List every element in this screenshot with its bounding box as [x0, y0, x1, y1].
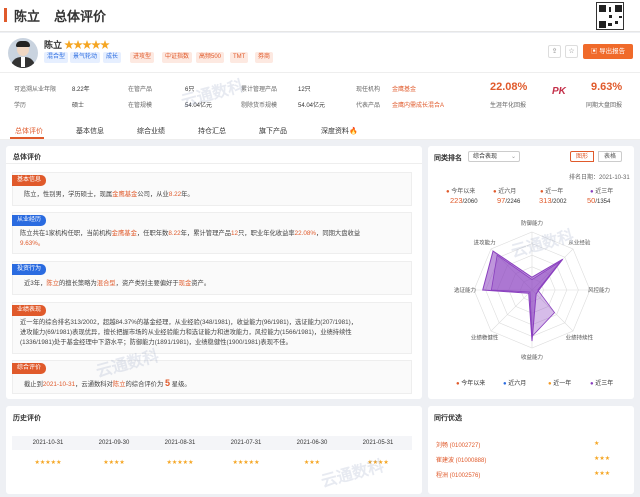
rank-value-3y: 50/1354 [587, 196, 611, 205]
toggle-table[interactable]: 表格 [598, 151, 622, 162]
legend-ytd[interactable]: ● 今年以来 [456, 378, 485, 387]
rating-stars: ★★★★★ [64, 40, 110, 50]
badge-overall-rating: 综合评价 [12, 363, 47, 374]
toggle-chart[interactable]: 图形 [570, 151, 594, 162]
badge-career: 从业经历 [12, 215, 47, 226]
ranking-type-select[interactable]: 综合表现 ⌄ [468, 151, 520, 162]
page-header: 陈立 总体评价 [0, 0, 640, 32]
stat-value: 12只 [298, 87, 311, 93]
overall-rating-text: 截止到2021-10-31，云通数科对陈立的综合评价为 5 星级。 [24, 378, 191, 388]
badge-investment-behavior: 投资行为 [12, 264, 47, 275]
fire-icon: 🔥 [349, 128, 358, 135]
representative-product-link[interactable]: 金鹰内需成长混合A [392, 100, 444, 109]
radar-axis-label: 收益能力 [521, 353, 543, 361]
tab-performance[interactable]: 综合业绩 [137, 126, 165, 136]
export-report-button[interactable]: ▣ 导出报告 [583, 44, 633, 59]
tab-basic-info[interactable]: 基本信息 [76, 126, 104, 136]
legend-3y[interactable]: ● 近三年 [590, 378, 613, 387]
avatar [8, 38, 38, 68]
peer-link[interactable]: 刘畅 (01002727) [436, 440, 480, 449]
rank-label-6m: ● 近六月 [493, 189, 517, 195]
rank-label-3y: ● 近三年 [590, 189, 614, 195]
manager-name-title: 陈立 [14, 9, 41, 24]
overall-title: 总体评价 [13, 154, 41, 161]
basic-info-text: 陈立，性别男，学历硕士，现属金鹰基金公司，从业8.22年。 [24, 191, 194, 198]
profile-name: 陈立 ★★★★★ [44, 40, 110, 50]
pk-icon: PK [552, 86, 566, 97]
stat-label: 可追溯从业年限 [14, 87, 57, 93]
tab-bar: 总体评价 基本信息 综合业绩 持仓汇总 旗下产品 深度资料🔥 [0, 123, 640, 140]
stat-label: 学历 [14, 103, 27, 109]
section-investment-behavior [12, 261, 412, 295]
chevron-down-icon: ⌄ [510, 154, 516, 160]
stat-value: 8.22年 [72, 87, 90, 93]
rank-label-ytd: ● 今年以来 [446, 189, 476, 195]
stat-value: 54.04亿元 [298, 103, 326, 109]
page-title: 总体评价 [54, 9, 107, 24]
badge-performance: 业绩表现 [12, 305, 47, 316]
radar-axis-label: 进攻能力 [474, 239, 496, 247]
header-accent-bar [4, 8, 7, 22]
tab-overall[interactable]: 总体评价 [15, 126, 43, 136]
tab-products[interactable]: 旗下产品 [259, 126, 287, 136]
stat-label: 累计管理产品 [241, 87, 278, 93]
radar-axis-label: 业绩稳健性 [471, 333, 499, 341]
share-icon[interactable]: ⇪ [548, 45, 561, 58]
section-basic-info [12, 172, 412, 206]
stat-label: 代表产品 [356, 103, 381, 109]
stat-label: 在管产品 [128, 87, 153, 93]
stat-label: 剔除货币规模 [241, 103, 278, 109]
peers-title: 同行优选 [434, 415, 462, 422]
qr-code-icon[interactable] [596, 2, 624, 30]
rank-label-1y: ● 近一年 [540, 189, 564, 195]
history-date: 2021-05-31 [362, 440, 394, 446]
current-institution-link[interactable]: 金鹰基金 [392, 84, 416, 93]
history-title: 历史评价 [13, 415, 41, 422]
radar-axis-label: 风控能力 [588, 286, 610, 294]
rank-value-ytd: 223/2060 [450, 196, 478, 205]
peer-stars: ★★★ [594, 471, 611, 477]
performance-text: 近一年的综合排名313/2002，超越84.37%的基金经理，从业经验(348/… [20, 319, 357, 346]
rank-value-1y: 313/2002 [539, 196, 567, 205]
career-text: 陈立共在1家机构任职，当前机构金鹰基金，任职年数8.22年，累计管理产品12只，… [20, 230, 361, 247]
tag-cycle-rotation: 景气轮动 [70, 52, 101, 63]
ranking-date: 排名日期：2021-10-31 [569, 175, 630, 181]
legend-6m[interactable]: ● 近六月 [503, 378, 526, 387]
radar-axis-label: 选证能力 [454, 286, 476, 294]
radar-axis-label: 防御能力 [521, 219, 543, 227]
investment-behavior-text: 近3年，陈立的擅长策略为混合型，资产类别主要偏好于现金资产。 [24, 280, 211, 287]
rank-value-6m: 97/2246 [497, 196, 521, 205]
tag-hf500: 高频500 [196, 52, 225, 63]
star-icon[interactable]: ☆ [565, 45, 578, 58]
tag-csi-index: 中证指数 [162, 52, 193, 63]
tag-aggressive: 进攻型 [130, 52, 155, 63]
stat-label: 现任机构 [356, 87, 381, 93]
legend-1y[interactable]: ● 近一年 [548, 378, 571, 387]
active-tab-indicator [10, 137, 44, 139]
peer-link[interactable]: 程洲 (01002576) [436, 470, 480, 479]
badge-basic-info: 基本信息 [12, 175, 47, 186]
stat-label: 在管规模 [128, 103, 153, 109]
ranking-title: 同类排名 [434, 155, 462, 162]
peer-link[interactable]: 崔建波 (01000888) [436, 455, 486, 464]
peer-stars: ★ [594, 441, 600, 447]
annual-return-label: 生涯年化回报 [490, 103, 527, 109]
stat-value: 硕士 [72, 103, 85, 109]
tab-deep-data[interactable]: 深度资料🔥 [321, 126, 358, 136]
benchmark-return-value: 9.63% [591, 81, 623, 93]
benchmark-return-label: 同期大盘回报 [586, 103, 623, 109]
divider [0, 72, 640, 73]
tag-brokers: 券商 [255, 52, 274, 63]
tag-hybrid: 混合型 [44, 52, 69, 63]
peer-stars: ★★★ [594, 456, 611, 462]
radar-axis-label: 业绩持续性 [566, 333, 594, 341]
tag-tmt: TMT [230, 52, 249, 63]
annual-return-value: 22.08% [490, 81, 528, 93]
tag-growth: 成长 [103, 52, 122, 63]
tab-holdings[interactable]: 持仓汇总 [198, 126, 226, 136]
